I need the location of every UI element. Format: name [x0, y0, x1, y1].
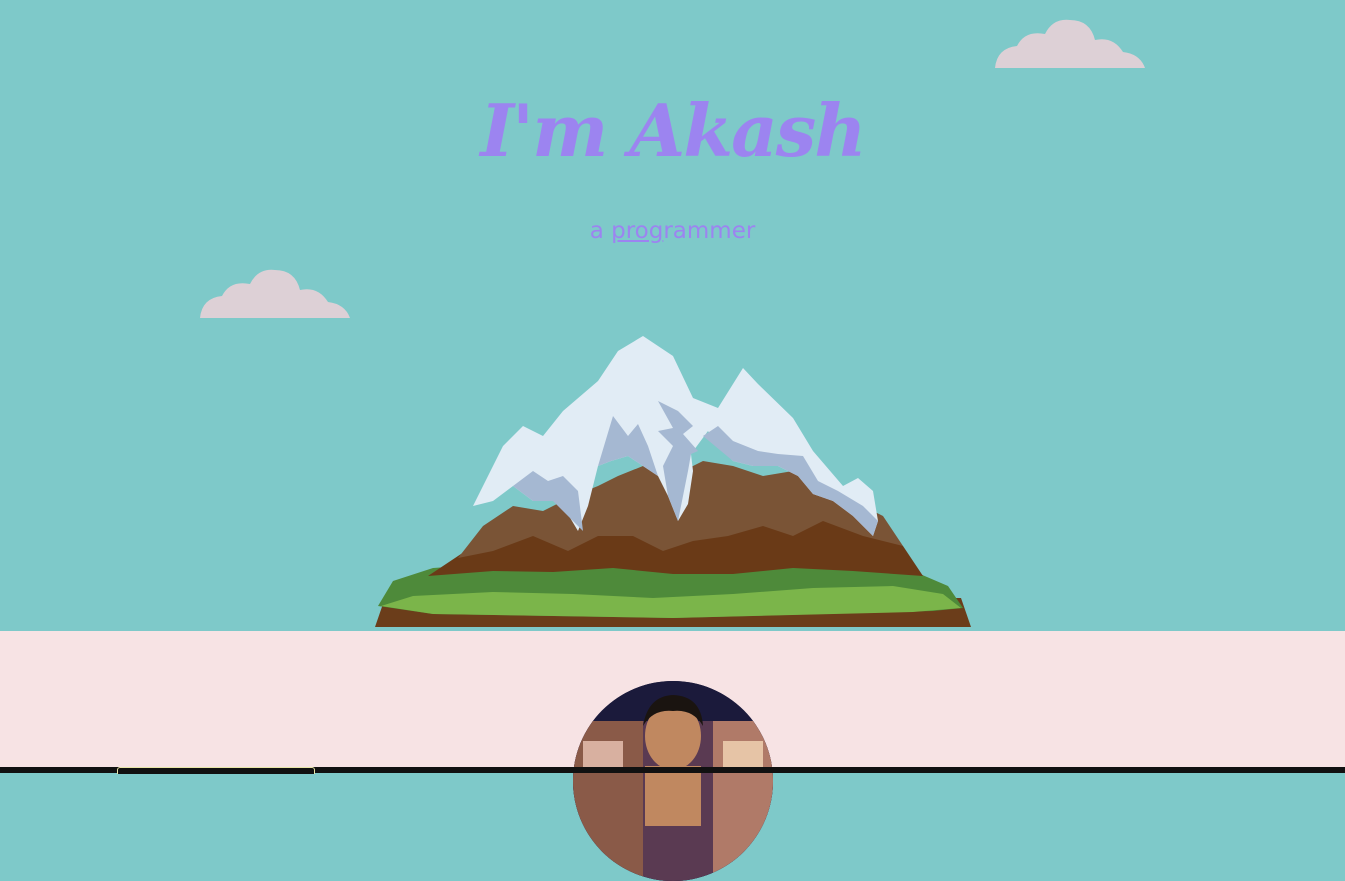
subtitle-prefix: a	[589, 218, 612, 244]
profile-photo-graphic	[573, 681, 773, 881]
mountain-illustration	[375, 336, 971, 627]
page-subtitle: a programmer	[0, 218, 1345, 244]
subtitle-link[interactable]: programmer	[611, 218, 755, 244]
subtitle-link-rest: rammer	[663, 218, 756, 244]
subtitle-link-underlined: prog	[611, 218, 664, 244]
profile-photo	[573, 681, 773, 881]
hero-section: I'm Akash a programmer	[0, 0, 1345, 631]
cloud-icon	[200, 269, 350, 318]
cloud-icon	[995, 19, 1145, 68]
page-title: I'm Akash	[480, 88, 866, 173]
